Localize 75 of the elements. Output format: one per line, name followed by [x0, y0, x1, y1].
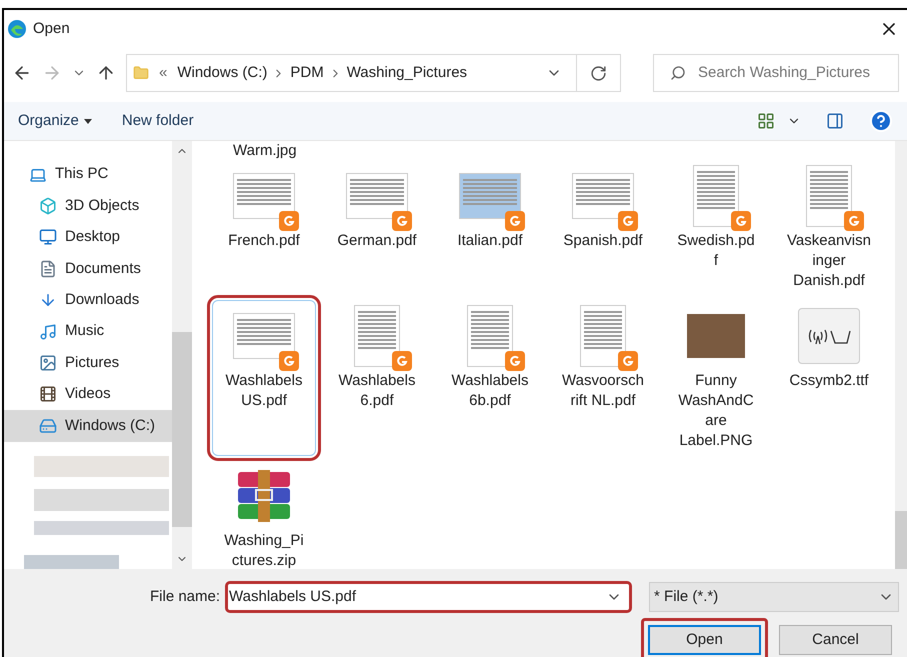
sidebar-item[interactable]: Documents: [4, 253, 172, 285]
app-logo-icon: [7, 19, 27, 39]
file-item[interactable]: Washing_Pi ctures.zip: [212, 460, 316, 569]
breadcrumb[interactable]: PDM: [290, 62, 324, 84]
music-note-icon: [39, 322, 57, 341]
refresh-icon[interactable]: [590, 64, 607, 82]
cancel-button[interactable]: Cancel: [779, 625, 892, 655]
pdf-badge-icon: [618, 211, 638, 231]
scrollbar[interactable]: [172, 141, 192, 569]
file-name-field[interactable]: Washlabels US.pdf: [226, 582, 632, 612]
organize-menu[interactable]: Organize: [18, 110, 92, 132]
file-item[interactable]: Washlabels 6b.pdf: [438, 300, 542, 456]
file-item[interactable]: French.pdf: [212, 160, 316, 296]
breadcrumb[interactable]: Washing_Pictures: [346, 62, 468, 84]
view-options-icon[interactable]: [757, 112, 775, 130]
monitor-icon: [39, 228, 57, 246]
breadcrumb[interactable]: Windows (C:): [177, 62, 268, 84]
preview-pane-icon[interactable]: [825, 112, 845, 130]
document-thumbnail: [346, 173, 408, 219]
document-thumbnail: [233, 173, 295, 219]
pdf-badge-icon: [505, 351, 525, 371]
sidebar-item[interactable]: This PC: [4, 159, 172, 190]
sidebar-item[interactable]: 3D Objects: [4, 190, 172, 222]
file-item[interactable]: Wasvoorsch rift NL.pdf: [551, 300, 655, 456]
document-thumbnail: [580, 305, 626, 367]
file-item[interactable]: Cssymb2.ttf: [777, 300, 881, 456]
pdf-badge-icon: [392, 351, 412, 371]
pdf-badge-icon: [392, 211, 412, 231]
archive-books-icon: [236, 470, 292, 522]
file-name-label: File name:: [150, 586, 220, 607]
file-item[interactable]: Italian.pdf: [438, 160, 542, 296]
file-type-dropdown[interactable]: * File (*.*): [649, 582, 899, 612]
document-thumbnail: [467, 305, 513, 367]
drive-icon: [39, 416, 57, 435]
document-thumbnail: [354, 305, 400, 367]
sidebar-item[interactable]: Windows (C:): [4, 410, 172, 442]
pdf-badge-icon: [844, 211, 864, 231]
file-item[interactable]: Swedish.pd f: [664, 160, 768, 296]
pdf-badge-icon: [279, 351, 299, 371]
document-thumbnail: [459, 173, 521, 219]
document-thumbnail: [693, 165, 739, 227]
pdf-badge-icon: [731, 211, 751, 231]
file-item[interactable]: Washlabels 6.pdf: [325, 300, 429, 456]
help-icon[interactable]: [869, 109, 893, 133]
document-thumbnail: [806, 165, 852, 227]
document-thumbnail: [233, 313, 295, 359]
search-field[interactable]: Search Washing_Pictures: [653, 54, 899, 92]
file-item[interactable]: Funny WashAndC are Label.PNG: [664, 300, 768, 456]
document-thumbnail: [572, 173, 634, 219]
font-file-icon: [798, 308, 860, 364]
open-button[interactable]: Open: [648, 625, 761, 655]
pdf-badge-icon: [618, 351, 638, 371]
film-icon: [39, 385, 57, 404]
sidebar-item[interactable]: Videos: [4, 378, 172, 410]
search-icon: [670, 65, 686, 81]
file-label[interactable]: Warm.jpg: [233, 142, 297, 160]
file-item[interactable]: German.pdf: [325, 160, 429, 296]
sidebar-item[interactable]: Desktop: [4, 222, 172, 254]
sidebar-item[interactable]: Pictures: [4, 347, 172, 379]
photo-placeholder: [687, 314, 745, 358]
folder-icon: [133, 64, 149, 82]
sidebar-item[interactable]: Downloads: [4, 284, 172, 316]
file-item[interactable]: Spanish.pdf: [551, 160, 655, 296]
pdf-badge-icon: [279, 211, 299, 231]
address-bar[interactable]: « Windows (C:) PDM Washing_Pictures: [126, 54, 621, 92]
window-title: Open: [33, 18, 70, 39]
picture-icon: [39, 354, 57, 372]
sidebar-item[interactable]: Music: [4, 316, 172, 348]
scrollbar[interactable]: [895, 141, 907, 569]
new-folder-button[interactable]: New folder: [122, 110, 194, 132]
pdf-badge-icon: [505, 211, 525, 231]
path-overflow: «: [159, 62, 168, 83]
document-icon: [39, 260, 57, 278]
cube-icon: [39, 197, 57, 216]
file-item[interactable]: Vaskeanvisn inger Danish.pdf: [777, 160, 881, 296]
